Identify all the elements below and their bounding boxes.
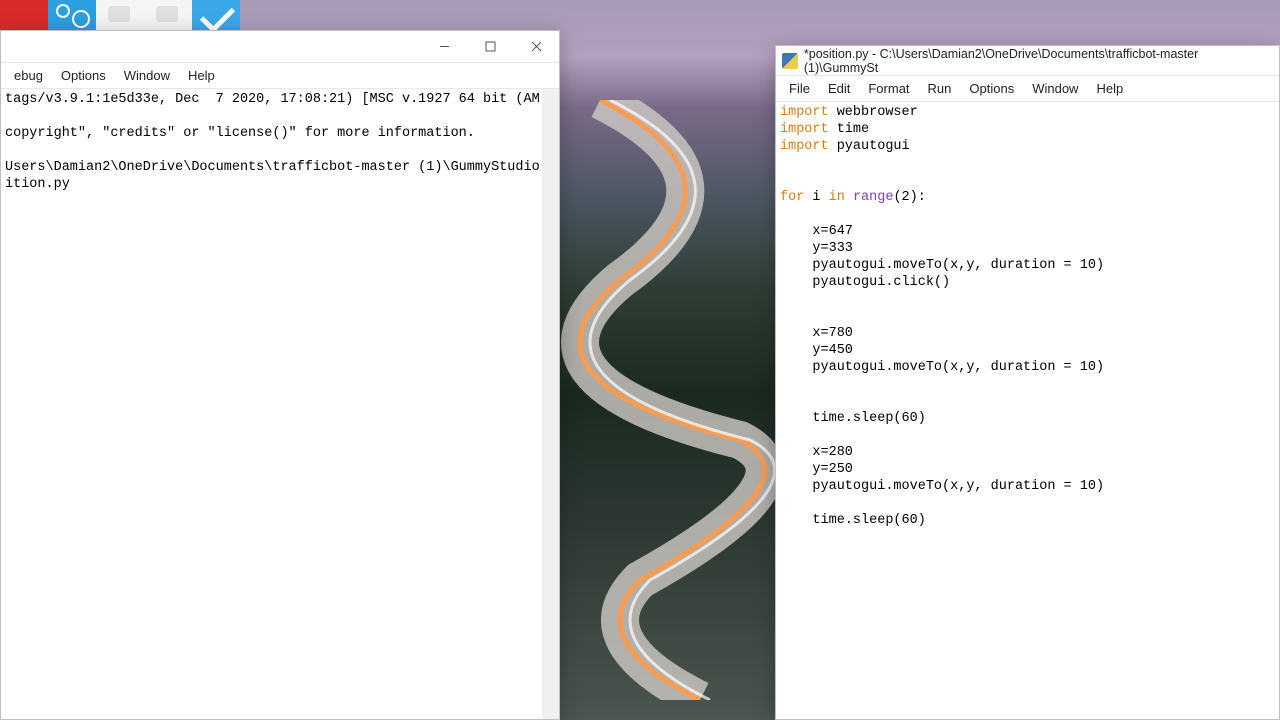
minimize-button[interactable]	[421, 31, 467, 63]
taskbar-icon-bubbles[interactable]	[48, 0, 96, 30]
shell-text: tags/v3.9.1:1e5d33e, Dec 7 2020, 17:08:2…	[5, 91, 555, 193]
idle-shell-window[interactable]: ebugOptionsWindowHelp tags/v3.9.1:1e5d33…	[0, 30, 560, 720]
menu-item-window[interactable]: Window	[115, 68, 179, 83]
menu-item-format[interactable]: Format	[859, 81, 918, 96]
menu-bar[interactable]: ebugOptionsWindowHelp	[1, 63, 559, 89]
window-title: *position.py - C:\Users\Damian2\OneDrive…	[804, 47, 1273, 75]
shell-output[interactable]: tags/v3.9.1:1e5d33e, Dec 7 2020, 17:08:2…	[1, 89, 559, 719]
taskbar-icon-box[interactable]	[96, 0, 144, 30]
menu-bar[interactable]: FileEditFormatRunOptionsWindowHelp	[776, 76, 1279, 102]
scrollbar[interactable]	[542, 89, 559, 719]
taskbar-icon-red[interactable]	[0, 0, 48, 30]
menu-item-help[interactable]: Help	[1087, 81, 1132, 96]
python-icon	[782, 53, 798, 69]
titlebar[interactable]: *position.py - C:\Users\Damian2\OneDrive…	[776, 46, 1279, 76]
menu-item-run[interactable]: Run	[919, 81, 961, 96]
menu-item-ebug[interactable]: ebug	[5, 68, 52, 83]
maximize-button[interactable]	[467, 31, 513, 63]
menu-item-help[interactable]: Help	[179, 68, 224, 83]
code-editor[interactable]: import webbrowser import time import pya…	[776, 102, 1279, 719]
menu-item-window[interactable]: Window	[1023, 81, 1087, 96]
close-button[interactable]	[513, 31, 559, 63]
menu-item-edit[interactable]: Edit	[819, 81, 859, 96]
desktop-taskbar-icons	[0, 0, 240, 30]
code-text: import webbrowser import time import pya…	[780, 104, 1275, 529]
wallpaper-road	[560, 100, 780, 700]
taskbar-icon-check[interactable]	[192, 0, 240, 30]
menu-item-file[interactable]: File	[780, 81, 819, 96]
taskbar-icon-box2[interactable]	[144, 0, 192, 30]
menu-item-options[interactable]: Options	[52, 68, 115, 83]
idle-editor-window[interactable]: *position.py - C:\Users\Damian2\OneDrive…	[775, 45, 1280, 720]
menu-item-options[interactable]: Options	[960, 81, 1023, 96]
titlebar[interactable]	[1, 31, 559, 63]
